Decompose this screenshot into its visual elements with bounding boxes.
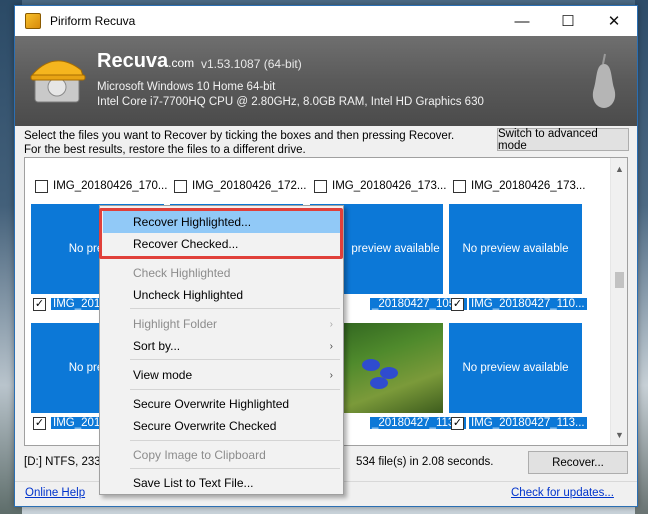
- callout-highlight-frame: [99, 208, 343, 259]
- window-controls: — ☐ ✕: [499, 6, 637, 36]
- checkbox-icon[interactable]: ✓: [33, 417, 46, 430]
- preview-placeholder[interactable]: No preview available: [449, 323, 582, 413]
- checkbox-icon[interactable]: ✓: [451, 298, 464, 311]
- file-name: IMG_20180426_172...: [192, 180, 307, 192]
- title-bar[interactable]: Piriform Recuva — ☐ ✕: [15, 6, 637, 36]
- pear-icon: [592, 53, 616, 108]
- scroll-up-icon[interactable]: ▲: [611, 160, 627, 177]
- file-tile[interactable]: IMG_20180426_173...: [308, 162, 446, 197]
- app-header: Recuva.com v1.53.1087 (64-bit) Microsoft…: [15, 36, 637, 126]
- file-name: IMG_20180426_173...: [471, 180, 586, 192]
- instructions-line-2: For the best results, restore the files …: [24, 144, 306, 156]
- file-tile[interactable]: IMG_20180426_170...: [29, 162, 167, 197]
- brand-name: Recuva.com: [97, 50, 195, 72]
- check-for-updates-link[interactable]: Check for updates...: [511, 487, 614, 499]
- menu-separator: [130, 440, 340, 441]
- menu-item-uncheck-highlighted[interactable]: Uncheck Highlighted: [100, 284, 343, 306]
- submenu-arrow-icon: ›: [329, 318, 333, 330]
- recuva-logo-icon: [30, 60, 86, 103]
- scroll-down-icon[interactable]: ▼: [611, 426, 627, 443]
- menu-item-highlight-folder: Highlight Folder ›: [133, 317, 333, 331]
- menu-separator: [130, 389, 340, 390]
- preview-placeholder[interactable]: No preview available: [449, 204, 582, 294]
- flower-icon: [370, 377, 388, 389]
- online-help-link[interactable]: Online Help: [25, 487, 85, 499]
- menu-item-sort-by[interactable]: Sort by... ›: [100, 335, 343, 357]
- hardware-info: Intel Core i7-7700HQ CPU @ 2.80GHz, 8.0G…: [97, 96, 484, 108]
- menu-item-view-mode[interactable]: View mode ›: [100, 364, 343, 386]
- menu-separator: [130, 468, 340, 469]
- maximize-button[interactable]: ☐: [545, 6, 591, 36]
- minimize-button[interactable]: —: [499, 6, 545, 36]
- file-tile[interactable]: IMG_20180426_173...: [447, 162, 585, 197]
- menu-item-copy-image: Copy Image to Clipboard: [133, 448, 266, 462]
- scroll-thumb[interactable]: [615, 272, 624, 288]
- status-text-left: [D:] NTFS, 233: [24, 456, 101, 468]
- menu-item-secure-overwrite-highlighted[interactable]: Secure Overwrite Highlighted: [100, 393, 343, 415]
- submenu-arrow-icon: ›: [329, 369, 333, 381]
- checkbox-icon[interactable]: ✓: [451, 417, 464, 430]
- window-title: Piriform Recuva: [50, 14, 136, 28]
- file-name: IMG_20180426_173...: [332, 180, 447, 192]
- file-name: IMG_20180427_113...: [469, 417, 587, 429]
- instructions: Select the files you want to Recover by …: [24, 129, 454, 157]
- recuva-app-icon: [25, 13, 41, 29]
- checkbox-icon[interactable]: [35, 180, 48, 193]
- flower-icon: [362, 359, 380, 371]
- file-name: IMG_20180427_110...: [469, 298, 587, 310]
- vertical-scrollbar[interactable]: ▲ ▼: [610, 158, 627, 445]
- close-button[interactable]: ✕: [591, 6, 637, 36]
- checkbox-icon[interactable]: [453, 180, 466, 193]
- version-label: v1.53.1087 (64-bit): [201, 57, 302, 71]
- menu-separator: [130, 359, 340, 360]
- file-name: IMG_20180426_170...: [53, 180, 168, 192]
- recover-button[interactable]: Recover...: [528, 451, 628, 474]
- menu-item-save-list[interactable]: Save List to Text File...: [100, 472, 343, 494]
- os-info: Microsoft Windows 10 Home 64-bit: [97, 81, 276, 93]
- switch-to-advanced-mode-button[interactable]: Switch to advanced mode: [497, 128, 629, 152]
- instructions-line-1: Select the files you want to Recover by …: [24, 130, 455, 142]
- menu-item-secure-overwrite-checked[interactable]: Secure Overwrite Checked: [100, 415, 343, 437]
- checkbox-icon[interactable]: ✓: [33, 298, 46, 311]
- checkbox-icon[interactable]: [174, 180, 187, 193]
- file-tile[interactable]: IMG_20180426_172...: [168, 162, 306, 197]
- submenu-arrow-icon: ›: [329, 340, 333, 352]
- menu-separator: [130, 308, 340, 309]
- checkbox-icon[interactable]: [314, 180, 327, 193]
- status-text-right: 534 file(s) in 2.08 seconds.: [356, 456, 494, 468]
- menu-item-check-highlighted: Check Highlighted: [133, 266, 231, 280]
